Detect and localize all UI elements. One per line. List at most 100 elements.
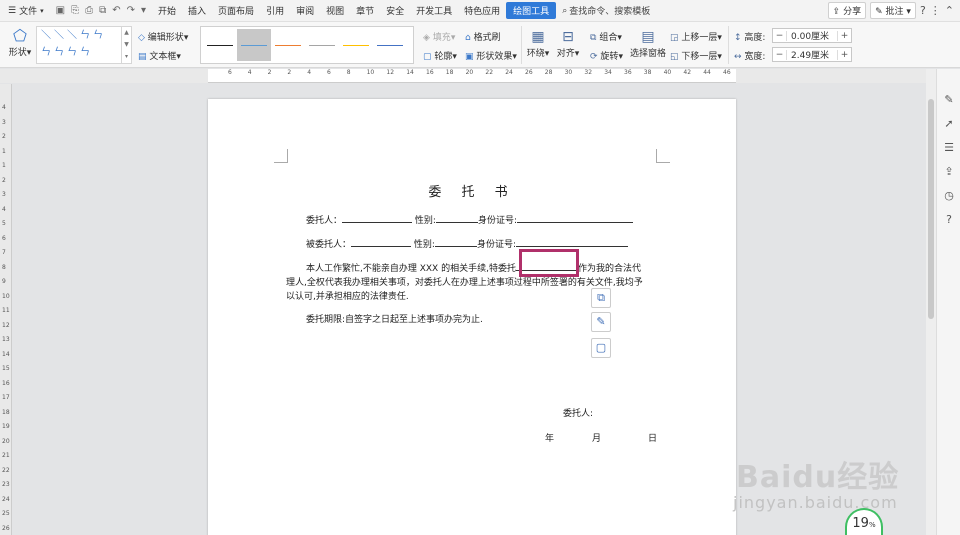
shape-button[interactable]: ⬠ 形状▾ (6, 26, 34, 64)
date-month[interactable]: 月 (592, 431, 601, 444)
line-style-3[interactable] (271, 29, 305, 61)
plus-icon[interactable]: + (837, 30, 851, 41)
align-button[interactable]: ⊟ 对齐▾ (556, 28, 580, 59)
ruler-tick: 6 (327, 69, 331, 76)
signature-label[interactable]: 委托人: (563, 406, 593, 419)
line-style-6[interactable] (373, 29, 407, 61)
principal-line[interactable]: 委托人： 性别: 身份证号: (306, 213, 633, 226)
send-backward-button[interactable]: ◱ 下移一层▾ (670, 49, 722, 62)
minus-icon[interactable]: − (773, 49, 787, 60)
wrap-button[interactable]: ▦ 环绕▾ (526, 28, 550, 59)
output-icon[interactable]: ⎘ (71, 5, 79, 16)
paragraph-line-1[interactable]: 本人工作繁忙,不能亲自办理 XXX 的相关手续,特委托 作为我的合法代 (306, 261, 641, 274)
format-brush-button[interactable]: ⌂ 格式刷 (465, 30, 501, 43)
term-line[interactable]: 委托期限:自签字之日起至上述事项办完为止. (306, 312, 483, 325)
document-title[interactable]: 委 托 书 (208, 181, 736, 200)
agent-line[interactable]: 被委托人： 性别: 身份证号: (306, 237, 628, 250)
date-day[interactable]: 日 (648, 431, 657, 444)
edit-icon[interactable]: ✎ (942, 93, 956, 107)
width-stepper[interactable]: − 2.49厘米 + (772, 47, 852, 62)
settings-icon[interactable]: ☰ (942, 141, 956, 155)
save-icon[interactable]: ▣ (56, 5, 65, 16)
help-button[interactable]: ? (920, 4, 926, 17)
command-search[interactable]: ⌕ 查找命令、搜索模板 (556, 4, 656, 18)
tab-page-layout[interactable]: 页面布局 (212, 4, 260, 17)
width-input[interactable]: 2.49厘米 (787, 48, 837, 61)
select-pane-button[interactable]: ▤ 选择窗格 (630, 28, 666, 59)
select-icon[interactable]: ➚ (942, 117, 956, 131)
ruler-tick: 9 (2, 278, 6, 285)
width-icon: ↔ (734, 52, 742, 62)
line-style-gallery[interactable] (200, 26, 414, 64)
tab-review[interactable]: 审阅 (290, 4, 320, 17)
ruler-tick: 17 (2, 394, 10, 401)
ruler-tick: 20 (465, 69, 474, 76)
ruler-tick: 38 (643, 69, 652, 76)
paragraph-line-3[interactable]: 以认可,并承担相应的法律责任. (286, 289, 409, 302)
ruler-tick: 24 (2, 495, 10, 503)
history-icon[interactable]: ◷ (942, 189, 956, 203)
line-style-1[interactable] (203, 29, 237, 61)
outline-button[interactable]: ▢ 轮廓▾ (423, 49, 457, 62)
selected-line-shape[interactable] (519, 249, 579, 277)
group-button[interactable]: ⧉ 组合▾ (590, 30, 622, 43)
horizontal-ruler[interactable]: 6 4 2 2 4 6 8 10 12 14 16 18 20 22 24 26 28 30 32 34 36 38 40 4… (208, 69, 736, 83)
tab-view[interactable]: 视图 (320, 4, 350, 17)
share-icon: ⇪ (832, 7, 841, 17)
ruler-tick: 2 (2, 176, 6, 184)
collapse-ribbon-icon[interactable]: ⌃ (945, 4, 954, 17)
preview-icon[interactable]: ⧉ (99, 5, 106, 16)
line-shapes-gallery[interactable]: ＼＼＼ㄣㄣ ㄣㄣㄣㄣ (36, 26, 122, 64)
share-icon[interactable]: ⇪ (942, 165, 956, 179)
bring-forward-icon: ◲ (670, 33, 679, 43)
bring-forward-button[interactable]: ◲ 上移一层▾ (670, 30, 722, 43)
layout-options-icon[interactable]: ⧉ (591, 288, 611, 308)
edit-shape-button[interactable]: ◇ 编辑形状▾ (138, 30, 188, 43)
ruler-tick: 1 (2, 147, 6, 155)
vertical-ruler[interactable]: 4 3 2 1 1 2 3 4 5 6 7 8 9 10 11 12 13 14 15 16 17 18 19 20 21 22 2… (0, 84, 12, 535)
tab-insert[interactable]: 插入 (182, 4, 212, 17)
fill-button[interactable]: ◈ 填充▾ (423, 30, 455, 43)
height-input[interactable]: 0.00厘米 (787, 29, 837, 42)
gallery-scroll[interactable]: ▲ ▼ ▾ (122, 26, 132, 64)
scrollbar-thumb[interactable] (928, 99, 934, 319)
vertical-scrollbar[interactable] (926, 69, 936, 535)
redo-icon[interactable]: ↷ (127, 5, 135, 16)
tab-section[interactable]: 章节 (350, 4, 380, 17)
print-icon[interactable]: ⎙ (85, 5, 93, 16)
height-stepper[interactable]: − 0.00厘米 + (772, 28, 852, 43)
tab-references[interactable]: 引用 (260, 4, 290, 17)
date-year[interactable]: 年 (545, 431, 554, 444)
tab-features[interactable]: 特色应用 (458, 4, 506, 17)
shape-effect-button[interactable]: ▣ 形状效果▾ (465, 49, 517, 62)
share-button[interactable]: ⇪ 分享 (827, 2, 867, 19)
more-icon[interactable]: ▾ (141, 5, 146, 16)
comment-button[interactable]: ✎ 批注 ▾ (870, 2, 916, 19)
plus-icon[interactable]: + (837, 49, 851, 60)
text-box-button[interactable]: ▤ 文本框▾ (138, 49, 181, 62)
tab-developer[interactable]: 开发工具 (410, 4, 458, 17)
tab-home[interactable]: 开始 (152, 4, 182, 17)
ruler-tick: 15 (2, 365, 10, 372)
undo-icon[interactable]: ↶ (112, 5, 120, 16)
more-options-icon[interactable]: ⋮ (930, 4, 941, 17)
zoom-indicator[interactable]: 19% (845, 508, 883, 535)
line-style-5[interactable] (339, 29, 373, 61)
line-style-2[interactable] (237, 29, 271, 61)
minus-icon[interactable]: − (773, 30, 787, 41)
ruler-tick: 22 (485, 69, 494, 76)
ruler-tick: 4 (307, 69, 312, 76)
ruler-tick: 46 (723, 69, 731, 76)
document-page[interactable]: 委 托 书 委托人： 性别: 身份证号: 被委托人： 性别: 身份证号: 本人工作繁… (208, 99, 736, 535)
rotate-button[interactable]: ⟳ 旋转▾ (590, 49, 623, 62)
pen-icon[interactable]: ✎ (591, 312, 611, 332)
ruler-tick: 13 (2, 336, 10, 343)
line-style-4[interactable] (305, 29, 339, 61)
send-backward-icon: ◱ (670, 52, 679, 62)
tab-drawing-tools[interactable]: 绘图工具 (506, 2, 557, 19)
help-icon[interactable]: ? (942, 213, 956, 227)
border-icon[interactable]: ▢ (591, 338, 611, 358)
tab-security[interactable]: 安全 (380, 4, 410, 17)
paragraph-line-2[interactable]: 理人,全权代表我办理相关事项，对委托人在办理上述事项过程中所签署的有关文件,我均… (286, 275, 643, 288)
file-menu[interactable]: ☰ 文件 ▾ (0, 4, 50, 18)
